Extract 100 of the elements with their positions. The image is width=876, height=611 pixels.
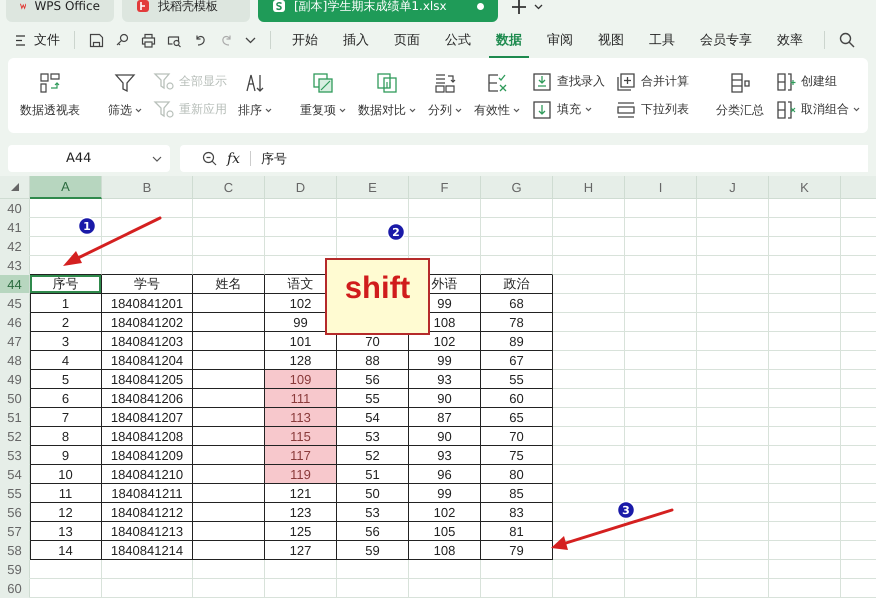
ribbon-button[interactable]: 分列: [422, 58, 468, 133]
ribbon-button[interactable]: 数据透视表: [14, 58, 86, 133]
column-header[interactable]: K: [769, 176, 841, 199]
save-icon[interactable]: [89, 32, 104, 48]
column-header[interactable]: I: [625, 176, 697, 199]
row-header[interactable]: 51: [0, 408, 30, 427]
empty-cell: [625, 351, 697, 370]
caret-icon: [339, 108, 346, 113]
empty-cell: [697, 465, 769, 484]
ribbon-button[interactable]: 排序: [232, 58, 278, 133]
row-header[interactable]: 45: [0, 294, 30, 313]
column-header[interactable]: B: [102, 176, 193, 199]
ribbon-tab[interactable]: 数据: [489, 22, 529, 58]
column-header[interactable]: C: [193, 176, 265, 199]
empty-cell: [553, 579, 625, 598]
row-header[interactable]: 56: [0, 503, 30, 522]
ribbon-button[interactable]: 分类汇总: [710, 58, 770, 133]
ribbon-tab[interactable]: 开始: [285, 22, 325, 58]
row-header[interactable]: 49: [0, 370, 30, 389]
ribbon-button[interactable]: 下拉列表: [610, 98, 694, 122]
row-header[interactable]: 44: [0, 275, 30, 294]
row-header[interactable]: 41: [0, 218, 30, 237]
new-tab-icon[interactable]: [512, 0, 526, 14]
row-header[interactable]: 54: [0, 465, 30, 484]
row-header[interactable]: 48: [0, 351, 30, 370]
ribbon-button[interactable]: 取消组合: [770, 98, 865, 122]
row-header[interactable]: 57: [0, 522, 30, 541]
file-menu[interactable]: 文件: [34, 31, 60, 49]
table-cell: 83: [481, 503, 553, 522]
ribbon-tab[interactable]: 插入: [336, 22, 376, 58]
empty-cell: [265, 237, 337, 256]
zoom-out-icon[interactable]: [202, 151, 217, 166]
subtotal-icon: [729, 72, 751, 94]
ribbon-button[interactable]: 重复项: [294, 58, 352, 133]
app-tab[interactable]: WPS Office: [6, 0, 114, 22]
row-header[interactable]: 59: [0, 560, 30, 579]
menu-icon[interactable]: [16, 34, 26, 46]
row-header[interactable]: 46: [0, 313, 30, 332]
step-badge: 1: [78, 216, 96, 236]
app-tab[interactable]: 找稻壳模板: [122, 0, 250, 22]
row-header[interactable]: 55: [0, 484, 30, 503]
table-cell: 3: [30, 332, 102, 351]
link-icon[interactable]: [115, 32, 130, 48]
ribbon-tab[interactable]: 审阅: [540, 22, 580, 58]
chevron-down-icon[interactable]: [534, 4, 543, 10]
select-all-icon[interactable]: [10, 183, 18, 191]
function-button[interactable]: fx: [227, 150, 240, 166]
column-header[interactable]: E: [337, 176, 409, 199]
column-header[interactable]: A: [30, 176, 102, 199]
column-header[interactable]: H: [553, 176, 625, 199]
empty-cell: [553, 408, 625, 427]
print-icon[interactable]: [141, 32, 156, 48]
table-cell: 79: [481, 541, 553, 560]
group-icon: [775, 70, 797, 92]
row-header[interactable]: 47: [0, 332, 30, 351]
row-header[interactable]: 42: [0, 237, 30, 256]
ribbon-tab[interactable]: 页面: [387, 22, 427, 58]
ribbon-button[interactable]: 合并计算: [610, 70, 694, 94]
empty-cell: [193, 351, 265, 370]
name-box[interactable]: A44: [8, 145, 170, 172]
table-cell: 1840841212: [102, 503, 193, 522]
formula-bar[interactable]: fx 序号: [180, 145, 868, 172]
table-cell: 1840841210: [102, 465, 193, 484]
search-icon[interactable]: [839, 32, 855, 48]
empty-cell: [697, 237, 769, 256]
row-header[interactable]: 50: [0, 389, 30, 408]
row-header[interactable]: 60: [0, 579, 30, 598]
table-cell: 119: [265, 465, 337, 484]
row-header[interactable]: 52: [0, 427, 30, 446]
row-header[interactable]: 43: [0, 256, 30, 275]
ribbon-tab[interactable]: 会员专享: [693, 22, 759, 58]
ribbon-button[interactable]: 查找录入: [526, 70, 610, 94]
ribbon-button[interactable]: 填充: [526, 98, 610, 122]
chevron-down-icon[interactable]: [245, 36, 256, 44]
column-header[interactable]: J: [697, 176, 769, 199]
ribbon-button[interactable]: 数据对比: [352, 58, 422, 133]
empty-cell: [409, 579, 481, 598]
table-cell: 12: [30, 503, 102, 522]
column-header[interactable]: F: [409, 176, 481, 199]
ribbon-button[interactable]: 有效性: [468, 58, 526, 133]
row-header[interactable]: 40: [0, 199, 30, 218]
ribbon-tab[interactable]: 工具: [642, 22, 682, 58]
empty-cell: [769, 370, 841, 389]
ribbon-button[interactable]: 筛选: [102, 58, 148, 133]
caret-icon: [513, 108, 520, 113]
ribbon-tab[interactable]: 效率: [770, 22, 810, 58]
empty-cell: [625, 294, 697, 313]
column-header[interactable]: D: [265, 176, 337, 199]
row-header[interactable]: 53: [0, 446, 30, 465]
table-cell: 60: [481, 389, 553, 408]
table-cell: 7: [30, 408, 102, 427]
ribbon-tab[interactable]: 公式: [438, 22, 478, 58]
showall-icon: [153, 70, 175, 92]
column-header[interactable]: G: [481, 176, 553, 199]
empty-cell: [625, 370, 697, 389]
table-cell: 123: [265, 503, 337, 522]
table-cell: 93: [409, 370, 481, 389]
ribbon-tab[interactable]: 视图: [591, 22, 631, 58]
ribbon-button[interactable]: 创建组: [770, 70, 865, 94]
row-header[interactable]: 58: [0, 541, 30, 560]
